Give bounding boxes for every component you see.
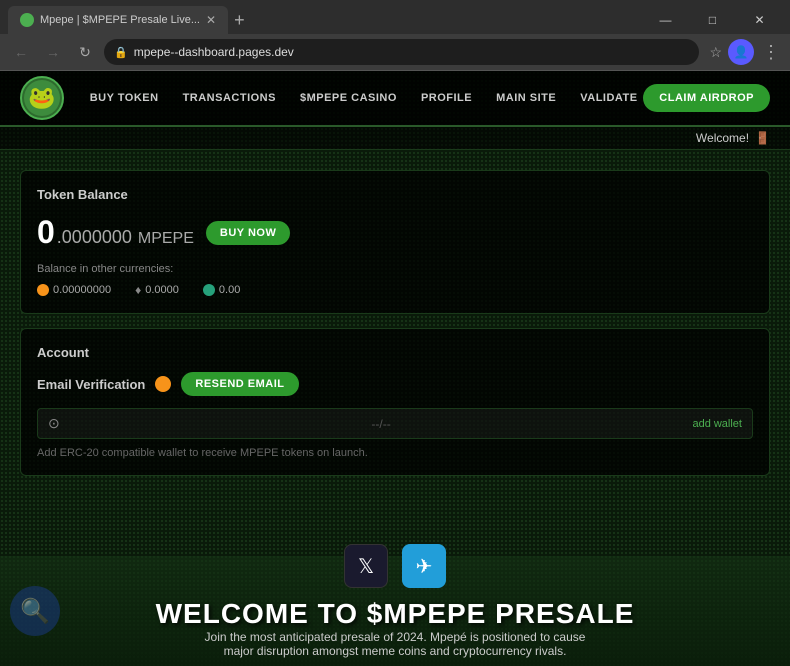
logout-icon[interactable]: 🚪 [755,131,770,145]
add-wallet-button[interactable]: add wallet [692,418,742,430]
profile-button[interactable]: 👤 [728,39,754,65]
bottom-logo-watermark: 🔍 [10,586,60,636]
nav-buy-token[interactable]: BUY TOKEN [90,92,159,104]
email-status-indicator [155,376,171,392]
balance-amount: 0 .0000000 MPEPE [37,214,194,251]
email-verification-label: Email Verification [37,377,145,392]
btc-value: 0.00000000 [53,284,111,296]
balance-currency: MPEPE [138,230,194,248]
welcome-bar: Welcome! 🚪 [0,127,790,150]
minimize-button[interactable]: — [643,6,688,34]
back-button[interactable]: ← [8,39,34,65]
token-balance-title: Token Balance [37,187,753,202]
nav-profile[interactable]: PROFILE [421,92,472,104]
usdt-balance: 0.00 [203,284,240,296]
welcome-text: Welcome! [696,131,749,145]
site-logo[interactable]: 🐸 [20,76,64,120]
tab-favicon [20,13,34,27]
nav-transactions[interactable]: TRANSACTIONS [183,92,276,104]
eth-balance: ♦ 0.0000 [135,283,179,297]
usdt-icon [203,284,215,296]
nav-validate[interactable]: VALIDATE [580,92,637,104]
buy-now-button[interactable]: BUY NOW [206,221,290,245]
btc-icon [37,284,49,296]
page-background: 🐸 BUY TOKEN TRANSACTIONS $MPEPE CASINO P… [0,71,790,666]
close-window-button[interactable]: ✕ [737,6,782,34]
main-area: Token Balance 0 .0000000 MPEPE BUY NOW B… [0,150,790,510]
nav-main-site[interactable]: MAIN SITE [496,92,556,104]
lock-icon: 🔒 [114,46,128,59]
watermark-icon: 🔍 [10,586,60,636]
token-balance-row: 0 .0000000 MPEPE BUY NOW [37,214,753,251]
url-text: mpepe--dashboard.pages.dev [134,45,690,59]
email-verification-row: Email Verification RESEND EMAIL [37,372,753,396]
twitter-button[interactable]: 𝕏 [344,544,388,588]
currency-row: 0.00000000 ♦ 0.0000 0.00 [37,283,753,297]
token-balance-card: Token Balance 0 .0000000 MPEPE BUY NOW B… [20,170,770,314]
resend-email-button[interactable]: RESEND EMAIL [181,372,298,396]
window-controls: — □ ✕ [643,6,782,34]
wallet-placeholder-text: --/-- [80,417,683,431]
menu-button[interactable]: ⋮ [760,40,782,65]
social-buttons: 𝕏 ✈ [344,544,446,588]
address-bar-row: ← → ↻ 🔒 mpepe--dashboard.pages.dev ☆ 👤 ⋮ [0,34,790,70]
eth-value: 0.0000 [145,284,179,296]
address-bar[interactable]: 🔒 mpepe--dashboard.pages.dev [104,39,699,65]
tab-title: Mpepe | $MPEPE Presale Live... [40,14,200,26]
account-card: Account Email Verification RESEND EMAIL … [20,328,770,476]
account-title: Account [37,345,753,360]
usdt-value: 0.00 [219,284,240,296]
wallet-icon: ⊙ [48,415,60,432]
bottom-overlay: 𝕏 ✈ WELCOME TO $MPEPE PRESALE Join the m… [0,556,790,666]
balance-other-label: Balance in other currencies: [37,263,753,275]
forward-button[interactable]: → [40,39,66,65]
nav-links: BUY TOKEN TRANSACTIONS $MPEPE CASINO PRO… [84,92,643,104]
claim-airdrop-button[interactable]: CLAIM AIRDROP [643,84,770,112]
wallet-row: ⊙ --/-- add wallet [37,408,753,439]
btc-balance: 0.00000000 [37,284,111,296]
balance-zero: 0 [37,214,55,251]
eth-icon: ♦ [135,283,141,297]
browser-chrome: Mpepe | $MPEPE Presale Live... ✕ + — □ ✕… [0,0,790,71]
presale-heading: WELCOME TO $MPEPE PRESALE [156,598,635,630]
new-tab-button[interactable]: + [234,11,245,29]
presale-subtext: Join the most anticipated presale of 202… [195,630,595,658]
site-nav: 🐸 BUY TOKEN TRANSACTIONS $MPEPE CASINO P… [0,71,790,127]
page-content: 🐸 BUY TOKEN TRANSACTIONS $MPEPE CASINO P… [0,71,790,666]
active-tab[interactable]: Mpepe | $MPEPE Presale Live... ✕ [8,6,228,34]
telegram-button[interactable]: ✈ [402,544,446,588]
logo-frog-icon: 🐸 [24,80,60,116]
refresh-button[interactable]: ↻ [72,39,98,65]
balance-decimals: .0000000 [57,227,132,248]
tab-close-button[interactable]: ✕ [206,13,216,27]
bookmark-icon[interactable]: ☆ [709,44,722,61]
maximize-button[interactable]: □ [690,6,735,34]
tab-bar: Mpepe | $MPEPE Presale Live... ✕ + — □ ✕ [0,0,790,34]
wallet-hint-text: Add ERC-20 compatible wallet to receive … [37,447,753,459]
nav-casino[interactable]: $MPEPE CASINO [300,92,397,104]
